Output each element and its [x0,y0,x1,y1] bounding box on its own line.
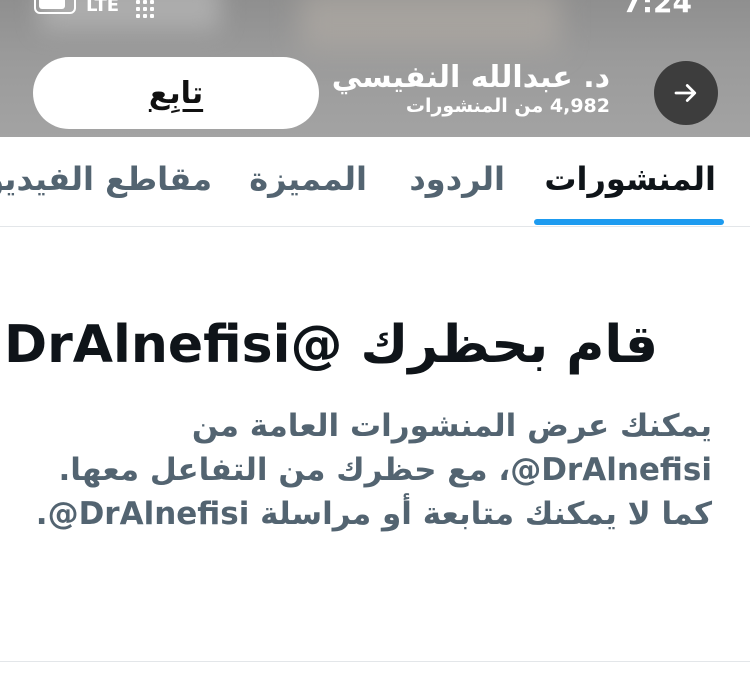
blocked-description: يمكنك عرض المنشورات العامة من ‎@DrAlnefi… [35,408,712,532]
back-button[interactable] [654,61,718,125]
signal-icon [136,0,160,18]
profile-name: د. عبدالله النفيسي [331,60,610,95]
profile-summary: د. عبدالله النفيسي 4,982 من المنشورات [332,60,610,118]
tab-posts[interactable]: المنشورات [544,159,716,199]
network-type: LTE [86,0,120,16]
tab-replies[interactable]: الردود [409,159,505,199]
blocked-title: قام بحظرك @DrAlnefisi [3,315,658,375]
profile-header: LTE 7:24 تابِع د. عبدالله النفيسي 4,982 … [0,0,750,137]
battery-icon [34,0,76,14]
profile-tabs: المنشورات الردود المميزة مقاطع الفيديو [0,137,750,227]
posts-count: 4,982 من المنشورات [405,95,610,117]
active-tab-indicator [534,219,724,225]
status-time: 7:24 [622,0,692,19]
status-bar: LTE 7:24 [0,0,750,26]
follow-button[interactable]: تابِع [33,57,319,129]
arrow-right-icon [674,84,697,102]
tab-highlights[interactable]: المميزة [249,159,367,199]
tab-videos[interactable]: مقاطع الفيديو [0,159,212,199]
blocked-notice: قام بحظرك @DrAlnefisi يمكنك عرض المنشورا… [0,226,750,688]
divider [0,661,750,662]
